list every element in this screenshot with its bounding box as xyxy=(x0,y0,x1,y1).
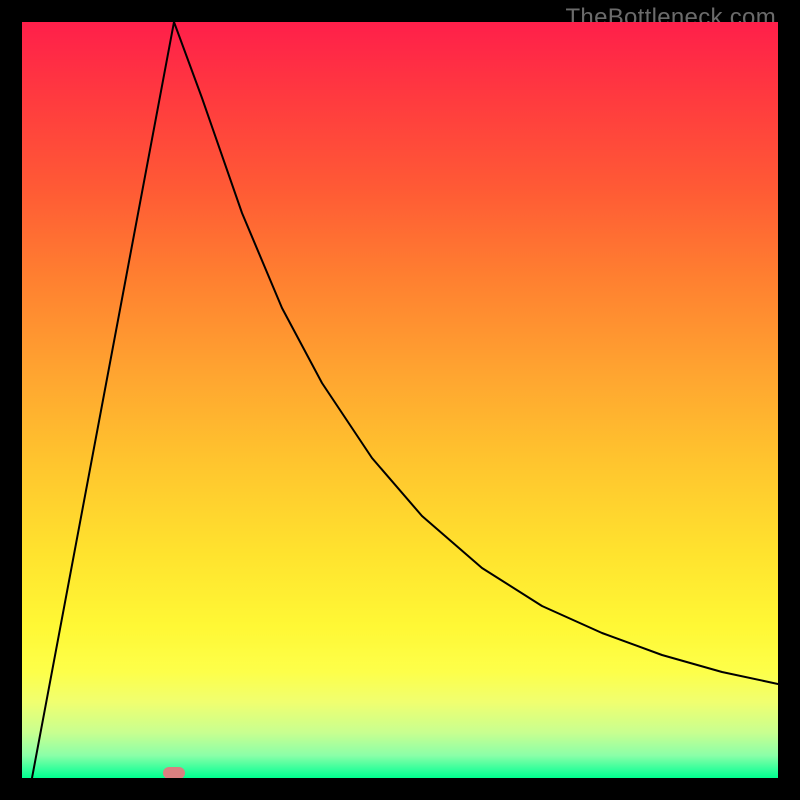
chart-frame: TheBottleneck.com xyxy=(0,0,800,800)
plot-area xyxy=(22,22,778,778)
minimum-marker xyxy=(163,767,185,778)
bottleneck-curve xyxy=(22,22,778,778)
